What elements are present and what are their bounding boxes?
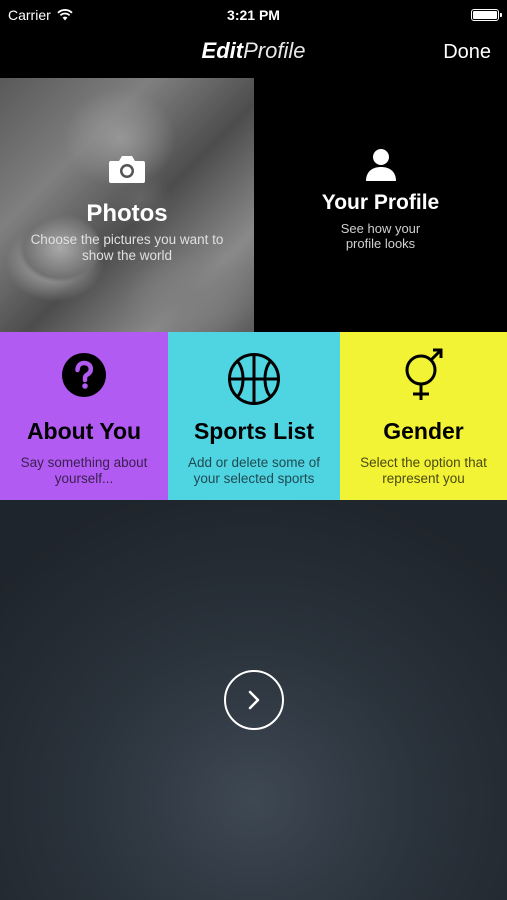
page-title: EditProfile <box>0 38 507 64</box>
profile-title: Your Profile <box>321 191 440 214</box>
gender-icon <box>405 348 442 400</box>
photos-subtitle: Choose the pictures you want to show the… <box>30 232 224 263</box>
nav-bar: EditProfile Done <box>0 30 507 78</box>
gender-title: Gender <box>383 418 464 444</box>
person-icon <box>366 149 396 181</box>
gender-tile[interactable]: Gender Select the option that represent … <box>340 332 507 500</box>
next-button[interactable] <box>224 670 284 730</box>
question-icon <box>62 353 106 397</box>
your-profile-tile[interactable]: Your Profile See how your profile looks <box>254 78 507 332</box>
about-you-title: About You <box>26 418 142 444</box>
battery-fill <box>473 11 497 19</box>
sports-list-subtitle: Add or delete some of your selected spor… <box>187 455 321 486</box>
done-button[interactable]: Done <box>443 41 491 64</box>
profile-subtitle: See how your profile looks <box>340 221 421 251</box>
about-you-tile[interactable]: About You Say something about yourself..… <box>0 332 168 500</box>
about-you-subtitle: Say something about yourself... <box>20 455 148 486</box>
battery-icon <box>471 9 502 21</box>
status-time: 3:21 PM <box>227 7 280 23</box>
chevron-right-icon <box>248 690 260 710</box>
bottom-area <box>0 500 507 900</box>
status-bar: Carrier 3:21 PM <box>0 0 507 30</box>
sports-list-title: Sports List <box>193 418 315 444</box>
gender-subtitle: Select the option that represent you <box>360 455 487 486</box>
page-title-light: Profile <box>243 38 306 63</box>
basketball-icon <box>228 353 280 405</box>
page-title-bold: Edit <box>201 38 244 63</box>
photos-tile[interactable]: Photos Choose the pictures you want to s… <box>0 78 254 332</box>
sports-list-tile[interactable]: Sports List Add or delete some of your s… <box>168 332 340 500</box>
photos-title: Photos <box>86 200 168 227</box>
camera-icon <box>109 156 145 183</box>
